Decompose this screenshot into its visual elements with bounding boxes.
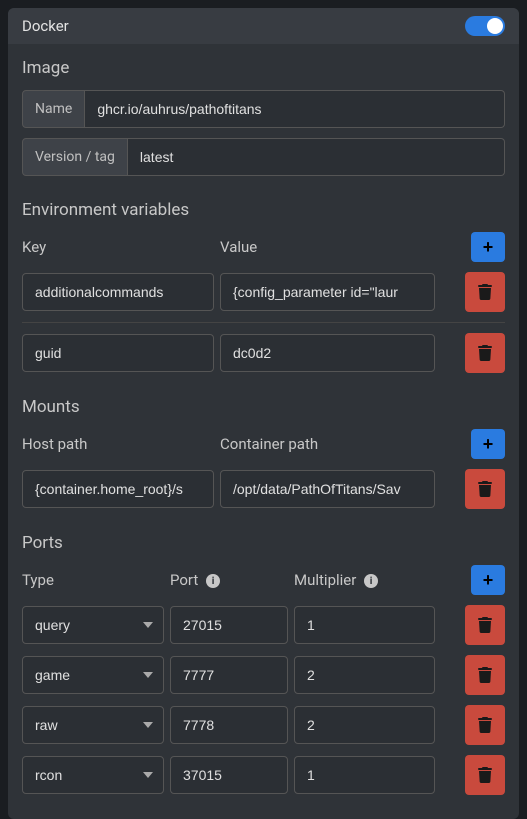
port-type-select[interactable]: querygamerawrcon — [22, 606, 164, 644]
port-multiplier-input[interactable] — [294, 756, 435, 794]
trash-icon — [477, 667, 493, 683]
env-cols-header: Key Value + — [22, 232, 505, 262]
port-row: querygamerawrcon — [22, 705, 505, 745]
trash-icon — [477, 284, 493, 300]
port-row: querygamerawrcon — [22, 655, 505, 695]
image-name-label: Name — [22, 90, 85, 128]
panel-header: Docker — [8, 8, 519, 44]
env-value-input[interactable] — [220, 273, 435, 311]
ports-port-label: Port i — [170, 571, 294, 589]
env-row — [22, 333, 505, 373]
ports-section-title: Ports — [22, 533, 505, 553]
image-name-row: Name — [22, 90, 505, 128]
image-name-input[interactable] — [85, 90, 505, 128]
mount-row — [22, 469, 505, 509]
port-multiplier-input[interactable] — [294, 706, 435, 744]
ports-cols-header: Type Port i Multiplier i + — [22, 565, 505, 595]
plus-icon: + — [483, 434, 494, 455]
mount-container-input[interactable] — [220, 470, 435, 508]
toggle-knob — [487, 18, 503, 34]
mounts-section-title: Mounts — [22, 397, 505, 417]
divider — [22, 322, 505, 323]
panel-title: Docker — [22, 17, 69, 35]
port-row: querygamerawrcon — [22, 755, 505, 795]
port-type-select[interactable]: querygamerawrcon — [22, 656, 164, 694]
env-add-button[interactable]: + — [471, 232, 505, 262]
port-multiplier-input[interactable] — [294, 606, 435, 644]
trash-icon — [477, 345, 493, 361]
env-key-input[interactable] — [22, 334, 214, 372]
mounts-container-label: Container path — [220, 435, 471, 453]
docker-enable-toggle[interactable] — [465, 16, 505, 36]
env-section-title: Environment variables — [22, 200, 505, 220]
image-version-row: Version / tag — [22, 138, 505, 176]
mount-add-button[interactable]: + — [471, 429, 505, 459]
docker-panel: Docker Image Name Version / tag Environm… — [8, 8, 519, 819]
mount-host-input[interactable] — [22, 470, 214, 508]
env-row — [22, 272, 505, 312]
panel-body: Image Name Version / tag Environment var… — [8, 44, 519, 819]
image-version-input[interactable] — [128, 138, 505, 176]
env-value-input[interactable] — [220, 334, 435, 372]
ports-mult-label: Multiplier i — [294, 571, 471, 589]
port-number-input[interactable] — [170, 606, 288, 644]
info-icon[interactable]: i — [364, 574, 378, 588]
env-delete-button[interactable] — [465, 272, 505, 312]
env-value-label: Value — [220, 238, 471, 256]
port-number-input[interactable] — [170, 706, 288, 744]
mounts-host-label: Host path — [22, 435, 220, 453]
trash-icon — [477, 617, 493, 633]
port-number-input[interactable] — [170, 756, 288, 794]
env-key-label: Key — [22, 238, 220, 256]
trash-icon — [477, 717, 493, 733]
port-type-select[interactable]: querygamerawrcon — [22, 756, 164, 794]
image-version-label: Version / tag — [22, 138, 128, 176]
info-icon[interactable]: i — [206, 574, 220, 588]
port-delete-button[interactable] — [465, 655, 505, 695]
trash-icon — [477, 481, 493, 497]
port-delete-button[interactable] — [465, 755, 505, 795]
port-delete-button[interactable] — [465, 605, 505, 645]
mounts-cols-header: Host path Container path + — [22, 429, 505, 459]
port-row: querygamerawrcon — [22, 605, 505, 645]
plus-icon: + — [483, 570, 494, 591]
mount-delete-button[interactable] — [465, 469, 505, 509]
port-add-button[interactable]: + — [471, 565, 505, 595]
env-delete-button[interactable] — [465, 333, 505, 373]
ports-type-label: Type — [22, 571, 170, 589]
plus-icon: + — [483, 237, 494, 258]
trash-icon — [477, 767, 493, 783]
port-delete-button[interactable] — [465, 705, 505, 745]
port-number-input[interactable] — [170, 656, 288, 694]
port-multiplier-input[interactable] — [294, 656, 435, 694]
port-type-select[interactable]: querygamerawrcon — [22, 706, 164, 744]
image-section-title: Image — [22, 58, 505, 78]
env-key-input[interactable] — [22, 273, 214, 311]
